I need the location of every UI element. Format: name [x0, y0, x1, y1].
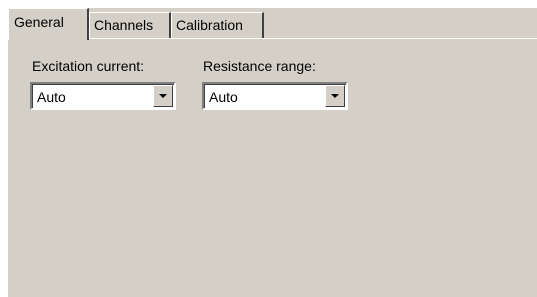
chevron-down-icon — [159, 94, 167, 98]
excitation-current-select[interactable]: Auto — [30, 82, 176, 110]
resistance-range-select[interactable]: Auto — [202, 82, 348, 110]
general-panel: Excitation current: Auto Resistance rang… — [8, 39, 537, 297]
chevron-down-icon — [331, 94, 339, 98]
tab-strip: General Channels Calibration — [8, 8, 537, 40]
resistance-range-value: Auto — [209, 89, 238, 105]
tab-general[interactable]: General — [8, 8, 89, 40]
resistance-range-dropdown-button[interactable] — [325, 85, 345, 107]
properties-dialog: General Channels Calibration Excitation … — [8, 8, 537, 297]
tab-channels[interactable]: Channels — [89, 12, 171, 38]
excitation-current-label: Excitation current: — [32, 58, 145, 74]
excitation-current-dropdown-button[interactable] — [153, 85, 173, 107]
excitation-current-value: Auto — [37, 89, 66, 105]
tab-calibration[interactable]: Calibration — [171, 12, 264, 38]
resistance-range-label: Resistance range: — [203, 58, 316, 74]
